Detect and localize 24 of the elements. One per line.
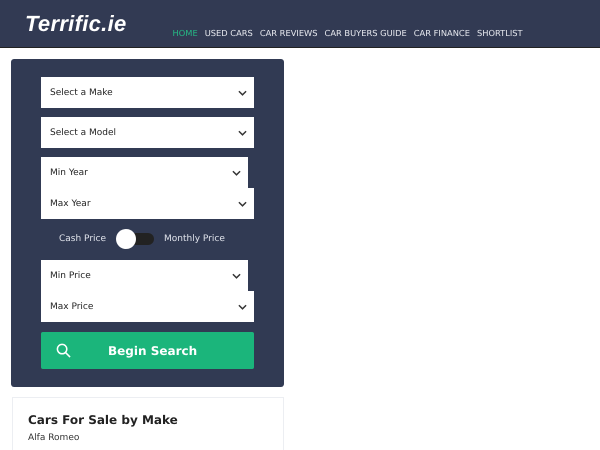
nav-link[interactable]: CAR REVIEWS: [260, 28, 318, 38]
dropdown[interactable]: Min Year: [41, 157, 248, 188]
chevron-down-icon: [238, 90, 247, 96]
chevron-down-icon: [238, 200, 247, 206]
dropdown[interactable]: Max Price: [41, 291, 254, 322]
nav-link[interactable]: CAR FINANCE: [414, 28, 470, 38]
chevron-down-icon: [232, 170, 241, 176]
toggle-label: Cash Price: [59, 234, 106, 244]
card-title: Cars For Sale by Make: [28, 413, 179, 427]
search-icon: [56, 343, 71, 358]
dropdown[interactable]: Min Price: [41, 260, 248, 291]
chevron-down-icon: [232, 272, 241, 278]
dropdown[interactable]: Select a Model: [41, 117, 254, 148]
dropdown[interactable]: Select a Make: [41, 77, 254, 108]
nav-link[interactable]: USED CARS: [204, 28, 253, 38]
dropdown[interactable]: Max Year: [41, 188, 254, 219]
nav-link[interactable]: HOME: [172, 28, 198, 38]
site-logo[interactable]: Terrific.ie: [25, 11, 127, 37]
chevron-down-icon: [238, 304, 247, 310]
nav-link[interactable]: CAR BUYERS GUIDE: [324, 28, 407, 38]
nav-link[interactable]: SHORTLIST: [476, 28, 523, 38]
make-link[interactable]: Alfa Romeo: [28, 434, 268, 444]
toggle-label: Monthly Price: [164, 234, 225, 244]
chevron-down-icon: [238, 130, 247, 136]
